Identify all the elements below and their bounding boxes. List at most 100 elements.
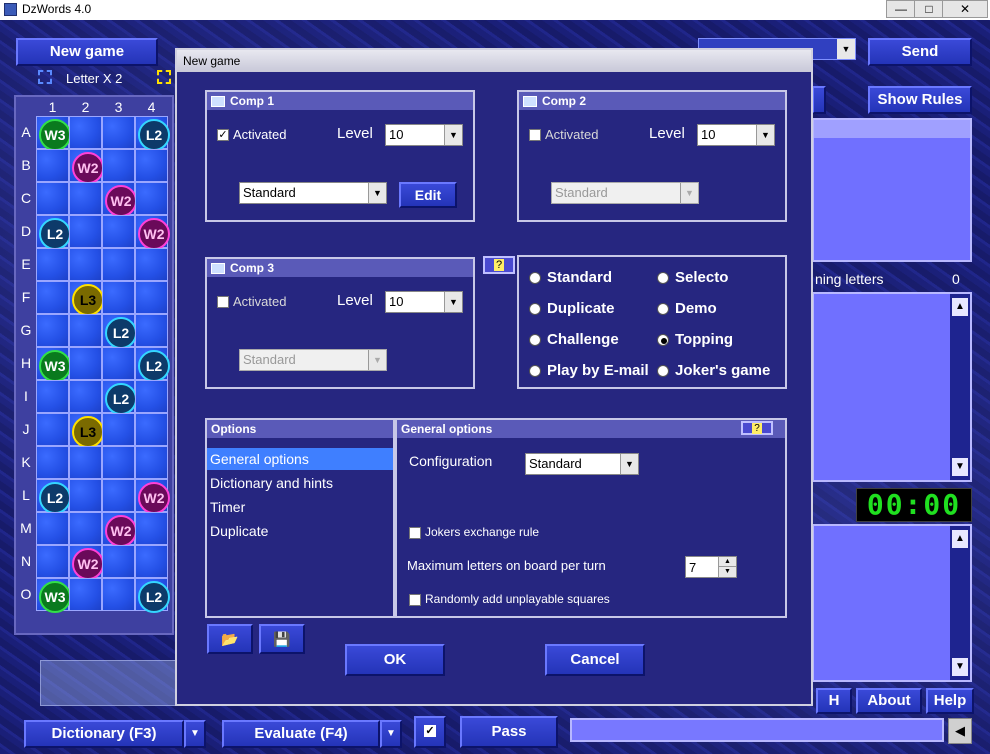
dictionary-button[interactable]: Dictionary (F3) xyxy=(24,720,184,748)
board-cell[interactable]: W2 xyxy=(135,215,170,250)
comp3-style-select[interactable]: Standard ▼ xyxy=(239,349,387,371)
board-cell[interactable] xyxy=(69,446,102,479)
board-cell[interactable] xyxy=(69,182,102,215)
board-cell[interactable] xyxy=(135,512,168,545)
board-cell[interactable]: W2 xyxy=(135,479,170,514)
stepper-up-icon[interactable]: ▲ xyxy=(718,557,736,567)
board-cell[interactable] xyxy=(69,116,102,149)
configuration-select[interactable]: Standard ▼ xyxy=(525,453,639,475)
history-list[interactable]: ▲ ▼ xyxy=(812,524,972,682)
close-button[interactable]: ✕ xyxy=(942,0,988,18)
board-cell[interactable] xyxy=(135,413,168,446)
board-cell[interactable] xyxy=(135,149,168,182)
mode-radio[interactable] xyxy=(657,272,669,284)
dictionary-dropdown-icon[interactable]: ▼ xyxy=(184,720,206,748)
send-button[interactable]: Send xyxy=(868,38,972,66)
board-cell[interactable] xyxy=(69,248,102,281)
scroll-down-icon[interactable]: ▼ xyxy=(952,458,968,476)
board-cell[interactable] xyxy=(69,314,102,347)
board-cell[interactable] xyxy=(69,578,102,611)
scroll-up-icon[interactable]: ▲ xyxy=(952,298,968,316)
board-cell[interactable] xyxy=(69,512,102,545)
board-cell[interactable] xyxy=(69,380,102,413)
board-cell[interactable]: W2 xyxy=(69,149,104,184)
letters-list[interactable]: ▲ ▼ xyxy=(812,292,972,482)
board-cell[interactable]: W3 xyxy=(36,578,71,613)
board-cell[interactable]: L2 xyxy=(36,479,71,514)
board-cell[interactable]: W2 xyxy=(102,512,137,547)
board-cell[interactable] xyxy=(135,545,168,578)
board-cell[interactable] xyxy=(102,116,135,149)
board-cell[interactable] xyxy=(36,512,69,545)
board-cell[interactable]: W2 xyxy=(102,182,137,217)
jokers-rule-checkbox[interactable] xyxy=(409,527,421,539)
speaker-icon[interactable]: ◀ xyxy=(948,718,972,744)
mode-radio[interactable] xyxy=(657,303,669,315)
mode-radio[interactable] xyxy=(529,272,541,284)
maximize-button[interactable]: □ xyxy=(914,0,944,18)
new-game-button[interactable]: New game xyxy=(16,38,158,66)
board-cell[interactable]: L2 xyxy=(102,380,137,415)
board-cell[interactable]: L3 xyxy=(69,413,104,448)
board-cell[interactable] xyxy=(135,281,168,314)
evaluate-button[interactable]: Evaluate (F4) xyxy=(222,720,380,748)
board-cell[interactable] xyxy=(135,314,168,347)
board-cell[interactable] xyxy=(36,380,69,413)
board-cell[interactable] xyxy=(135,182,168,215)
options-list-item[interactable]: General options xyxy=(207,448,393,470)
mode-radio[interactable] xyxy=(529,334,541,346)
evaluate-dropdown-icon[interactable]: ▼ xyxy=(380,720,402,748)
board-cell[interactable]: L2 xyxy=(135,347,170,382)
board-cell[interactable] xyxy=(102,248,135,281)
comp1-level-select[interactable]: 10 ▼ xyxy=(385,124,463,146)
pass-button[interactable]: Pass xyxy=(460,716,558,748)
board-cell[interactable] xyxy=(36,281,69,314)
check-button[interactable]: ✓ xyxy=(414,716,446,748)
board-cell[interactable] xyxy=(36,413,69,446)
board-cell[interactable] xyxy=(102,479,135,512)
about-button[interactable]: About xyxy=(856,688,922,714)
board-cell[interactable] xyxy=(36,248,69,281)
max-letters-stepper[interactable]: 7 ▲ ▼ xyxy=(685,556,737,578)
board-cell[interactable] xyxy=(102,578,135,611)
options-list-item[interactable]: Dictionary and hints xyxy=(207,472,393,494)
minimize-button[interactable]: — xyxy=(886,0,916,18)
scrollbar[interactable]: ▲ ▼ xyxy=(950,526,970,680)
board-cell[interactable]: L2 xyxy=(102,314,137,349)
board-cell[interactable] xyxy=(102,545,135,578)
comp2-level-select[interactable]: 10 ▼ xyxy=(697,124,775,146)
board-cell[interactable] xyxy=(102,446,135,479)
board-cell[interactable]: L2 xyxy=(135,578,170,613)
board-cell[interactable]: L3 xyxy=(69,281,104,316)
board-cell[interactable] xyxy=(102,281,135,314)
ok-button[interactable]: OK xyxy=(345,644,445,676)
comp2-style-select[interactable]: Standard ▼ xyxy=(551,182,699,204)
help-button[interactable]: Help xyxy=(926,688,974,714)
board-cell[interactable] xyxy=(102,413,135,446)
comp1-activated-checkbox[interactable]: ✓ xyxy=(217,129,229,141)
board-cell[interactable] xyxy=(135,446,168,479)
board-cell[interactable] xyxy=(36,446,69,479)
board-cell[interactable]: W3 xyxy=(36,347,71,382)
board-cell[interactable]: W2 xyxy=(69,545,104,580)
board-cell[interactable] xyxy=(69,479,102,512)
general-help-icon[interactable]: ? xyxy=(741,421,773,435)
hidden-button[interactable] xyxy=(812,86,826,114)
board-cell[interactable] xyxy=(102,215,135,248)
board-cell[interactable] xyxy=(135,248,168,281)
mode-radio[interactable] xyxy=(529,365,541,377)
board-cell[interactable] xyxy=(102,149,135,182)
scroll-down-icon[interactable]: ▼ xyxy=(952,658,968,676)
board-cell[interactable]: W3 xyxy=(36,116,71,151)
open-folder-icon[interactable]: 📂 xyxy=(207,624,253,654)
board-cell[interactable]: L2 xyxy=(135,116,170,151)
modes-help-icon[interactable]: ? xyxy=(483,256,515,274)
comp3-level-select[interactable]: 10 ▼ xyxy=(385,291,463,313)
options-list-item[interactable]: Duplicate xyxy=(207,520,393,542)
board-cell[interactable] xyxy=(102,347,135,380)
board-cell[interactable] xyxy=(69,347,102,380)
board-cell[interactable]: L2 xyxy=(36,215,71,250)
scroll-up-icon[interactable]: ▲ xyxy=(952,530,968,548)
board-cell[interactable] xyxy=(69,215,102,248)
options-list-item[interactable]: Timer xyxy=(207,496,393,518)
